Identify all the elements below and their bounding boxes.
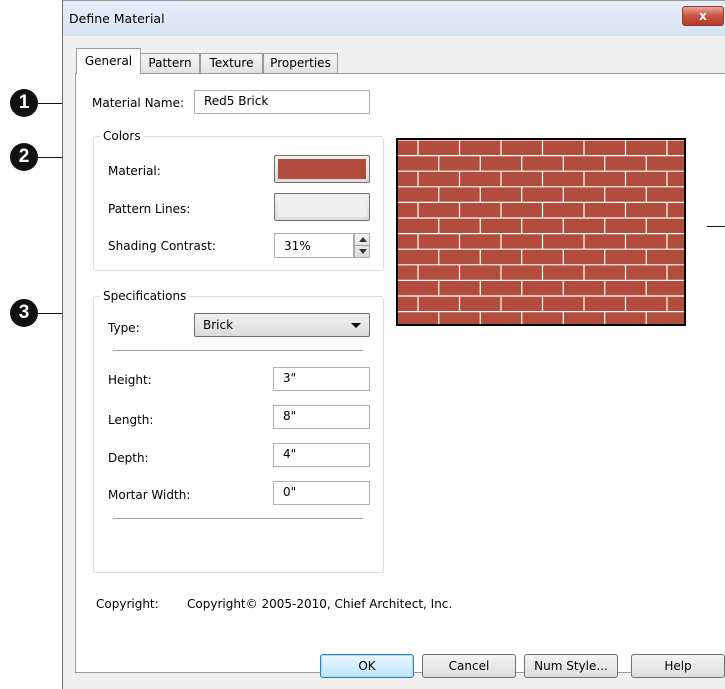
- tab-texture[interactable]: Texture: [200, 53, 263, 73]
- num-style-button[interactable]: Num Style...: [524, 654, 618, 678]
- cancel-button[interactable]: Cancel: [422, 654, 516, 678]
- copyright-text: Copyright© 2005-2010, Chief Architect, I…: [187, 597, 453, 611]
- material-color-label: Material:: [108, 164, 161, 178]
- window-title: Define Material: [69, 11, 165, 26]
- type-select-value: Brick: [203, 318, 234, 332]
- callout-3: 3: [10, 299, 38, 327]
- height-label: Height:: [108, 373, 152, 387]
- depth-label: Depth:: [108, 451, 149, 465]
- specifications-group-label: Specifications: [100, 289, 190, 303]
- specifications-group: [93, 296, 384, 573]
- type-select[interactable]: Brick: [194, 313, 370, 337]
- spinner-divider: [355, 245, 369, 246]
- specifications-separator-top: [113, 350, 363, 352]
- callout-2: 2: [10, 143, 38, 171]
- pattern-lines-color-button[interactable]: [274, 193, 370, 221]
- material-name-input[interactable]: Red5 Brick: [194, 90, 370, 114]
- callout-1: 1: [10, 89, 38, 117]
- close-icon[interactable]: x: [682, 6, 724, 26]
- spin-up-icon[interactable]: [359, 237, 367, 242]
- brick-pattern-preview: [398, 140, 684, 324]
- copyright-label: Copyright:: [96, 597, 159, 611]
- material-preview: [396, 138, 686, 326]
- shading-contrast-label: Shading Contrast:: [108, 239, 216, 253]
- material-color-swatch: [278, 159, 366, 179]
- ok-button[interactable]: OK: [320, 654, 414, 678]
- mortar-width-input[interactable]: 0": [273, 481, 370, 505]
- tab-properties[interactable]: Properties: [263, 53, 338, 73]
- height-input[interactable]: 3": [273, 367, 370, 391]
- pattern-lines-color-swatch: [278, 197, 366, 217]
- chevron-down-icon: [351, 323, 361, 328]
- specifications-separator-bottom: [113, 518, 363, 520]
- tab-pattern[interactable]: Pattern: [140, 53, 200, 73]
- pattern-lines-label: Pattern Lines:: [108, 202, 191, 216]
- spin-down-icon[interactable]: [359, 249, 367, 254]
- material-color-button[interactable]: [274, 155, 370, 183]
- title-bar[interactable]: Define Material x: [63, 1, 725, 36]
- material-name-label: Material Name:: [92, 96, 185, 110]
- shading-contrast-spinner[interactable]: [354, 233, 370, 258]
- shading-contrast-input[interactable]: 31%: [274, 233, 354, 258]
- preview-callout-leader: [707, 226, 725, 227]
- colors-group-label: Colors: [100, 129, 144, 143]
- mortar-width-label: Mortar Width:: [108, 488, 191, 502]
- tab-general[interactable]: General: [76, 48, 141, 74]
- type-label: Type:: [108, 321, 140, 335]
- depth-input[interactable]: 4": [273, 443, 370, 467]
- help-button[interactable]: Help: [631, 654, 725, 678]
- length-input[interactable]: 8": [273, 405, 370, 429]
- length-label: Length:: [108, 413, 154, 427]
